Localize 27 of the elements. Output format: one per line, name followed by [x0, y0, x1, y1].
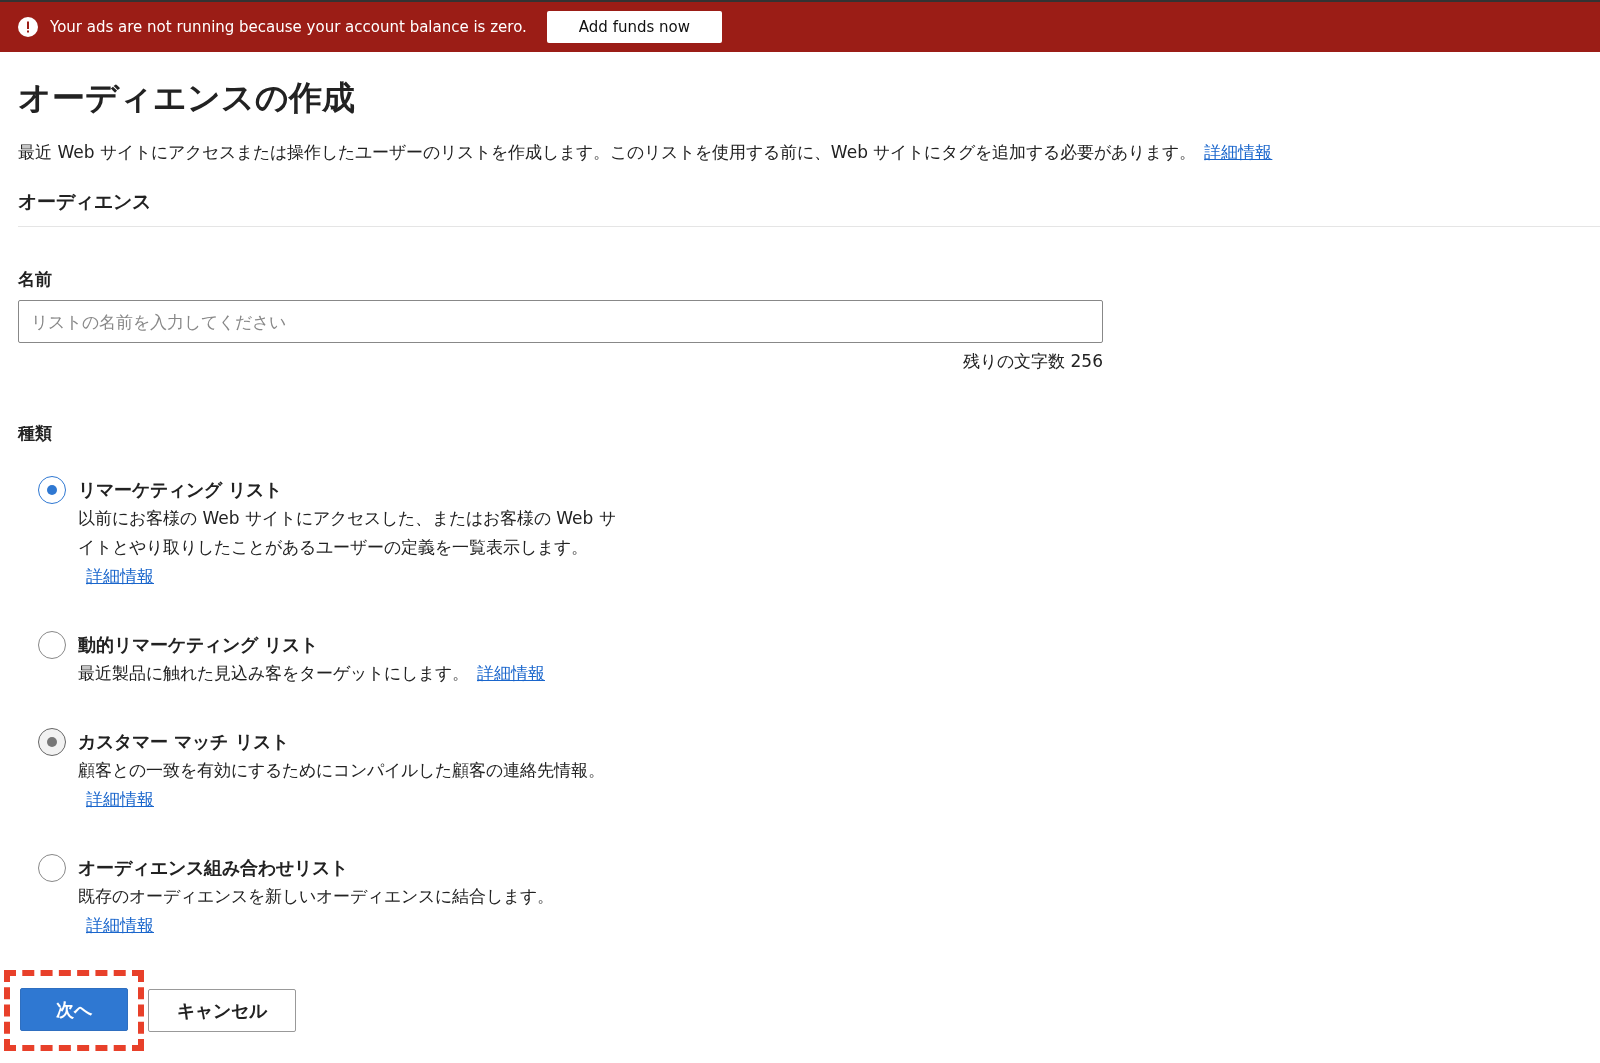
character-counter: 残りの文字数 256	[962, 350, 1103, 374]
radio-button[interactable]	[38, 631, 66, 660]
description-text: 最近 Web サイトにアクセスまたは操作したユーザーのリストを作成します。このリストを使用する前に、Web サイトにタグを追加する必要があります。 詳細情報	[18, 140, 1274, 164]
add-funds-button[interactable]: Add funds now	[546, 10, 722, 44]
radio-button[interactable]	[38, 476, 66, 505]
option-description: 顧客との一致を有効にするためにコンパイルした顧客の連絡先情報。 詳細情報	[78, 759, 606, 812]
learn-more-link[interactable]: 詳細情報	[86, 566, 154, 587]
field-label: 種類	[18, 421, 53, 445]
option-title: リマーケティング リスト	[78, 478, 284, 503]
page-title: オーディエンスの作成	[18, 78, 356, 118]
option-description: 既存のオーディエンスを新しいオーディエンスに結合します。 詳細情報	[78, 885, 555, 938]
radio-button[interactable]	[38, 854, 66, 883]
cancel-button[interactable]: キャンセル	[148, 989, 296, 1033]
next-button[interactable]: 次へ	[20, 988, 128, 1032]
warning-icon	[18, 17, 38, 37]
learn-more-link[interactable]: 詳細情報	[1204, 141, 1273, 162]
option-title: オーディエンス組み合わせリスト	[78, 856, 349, 881]
field-label: 名前	[18, 267, 53, 291]
banner-message: Your ads are not running because your account balance is zero.	[50, 16, 527, 38]
learn-more-link[interactable]: 詳細情報	[477, 663, 545, 684]
section-title: オーディエンス	[18, 187, 1600, 227]
option-title: カスタマー マッチ リスト	[78, 730, 290, 755]
option-title: 動的リマーケティング リスト	[78, 633, 320, 658]
option-description: 以前にお客様の Web サイトにアクセスした、またはお客様の Web サイトとやり取りしたことがあるユーザーの定義を一覧表示します。 詳細情報	[78, 507, 617, 589]
name-input-field[interactable]: リストの名前を入力してください	[18, 300, 1103, 344]
learn-more-link[interactable]: 詳細情報	[86, 915, 154, 936]
option-description: 最近製品に触れた見込み客をターゲットにします。 詳細情報	[78, 662, 545, 686]
